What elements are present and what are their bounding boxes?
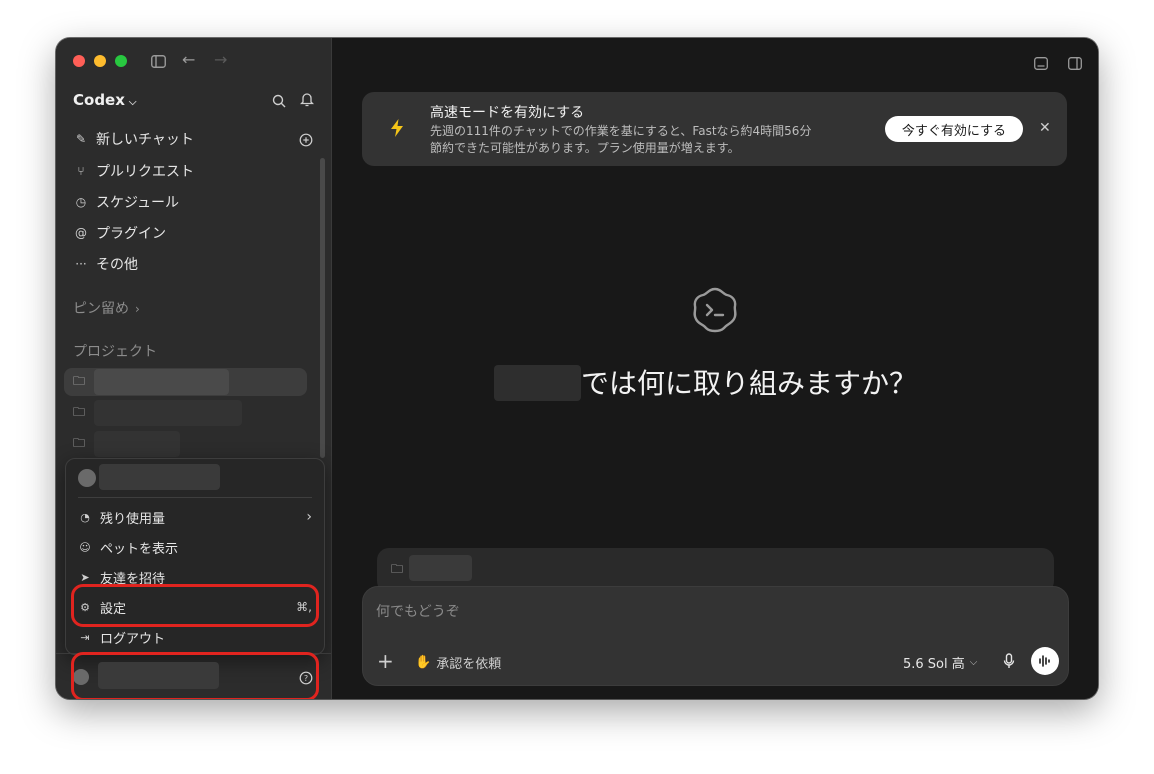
approval-label: 承認を依頼 xyxy=(436,657,502,672)
nav-label: その他 xyxy=(96,257,138,273)
banner-desc-line-2: 節約できた可能性があります。プラン使用量が増えます。 xyxy=(430,141,740,155)
back-arrow-icon[interactable]: ← xyxy=(182,52,195,68)
sidebar: ← → Codex ⌵ ✎ 新しいチャット ⑂ プルリクエスト ◷ スケジュール @ プラ… xyxy=(56,38,332,699)
menu-label: ログアウト xyxy=(100,631,166,647)
pet-icon: ☺ xyxy=(79,540,91,554)
sidebar-scrollbar[interactable] xyxy=(320,158,325,458)
projects-label: プロジェクト xyxy=(73,344,157,360)
close-icon[interactable]: ✕ xyxy=(1039,120,1051,136)
workspace-switcher[interactable]: Codex ⌵ xyxy=(73,91,137,109)
menu-item-usage[interactable]: ◔ 残り使用量 › xyxy=(78,506,312,528)
menu-label: 残り使用量 xyxy=(100,511,166,527)
project-item[interactable]: 🗀 xyxy=(64,430,307,458)
app-title: Codex xyxy=(73,91,125,109)
nav-schedule[interactable]: ◷ スケジュール xyxy=(73,191,179,213)
redacted-project-name xyxy=(94,431,181,457)
menu-divider xyxy=(78,497,312,498)
banner-description: 先週の111件のチャットでの作業を基にすると、Fastなら約4時間56分 節約で… xyxy=(430,123,811,157)
app-window: ← → Codex ⌵ ✎ 新しいチャット ⑂ プルリクエスト ◷ スケジュール @ プラ… xyxy=(56,38,1098,699)
highlight-account-box xyxy=(71,652,319,699)
forward-arrow-icon[interactable]: → xyxy=(214,52,227,68)
close-window-button[interactable] xyxy=(73,55,85,67)
voice-mode-button[interactable] xyxy=(1031,647,1059,675)
main-panel: 高速モードを有効にする 先週の111件のチャットでの作業を基にすると、Fastな… xyxy=(332,38,1098,699)
send-icon: ➤ xyxy=(80,570,90,584)
project-item[interactable]: 🗀 xyxy=(64,399,307,427)
redacted-account-name xyxy=(99,464,220,490)
folder-icon: 🗀 xyxy=(73,404,86,419)
microphone-icon[interactable] xyxy=(1003,653,1015,673)
fast-mode-banner: 高速モードを有効にする 先週の111件のチャットでの作業を基にすると、Fastな… xyxy=(362,92,1067,166)
folder-icon: 🗀 xyxy=(73,435,86,450)
folder-icon: 🗀 xyxy=(73,373,86,388)
highlight-settings-box xyxy=(71,584,319,627)
nav-pull-requests[interactable]: ⑂ プルリクエスト xyxy=(73,160,194,182)
nav-new-chat[interactable]: ✎ 新しいチャット xyxy=(73,128,194,150)
chevron-down-icon: ⌵ xyxy=(128,97,137,108)
hero-prompt: では何に取り組みますか？ xyxy=(581,367,918,400)
pull-request-icon: ⑂ xyxy=(77,164,85,178)
bolt-icon xyxy=(390,119,404,141)
search-icon[interactable] xyxy=(272,93,286,112)
nav-label: スケジュール xyxy=(96,195,180,211)
right-panel-toggle-icon[interactable] xyxy=(1068,55,1082,74)
bell-icon[interactable] xyxy=(299,92,315,111)
chevron-right-icon: › xyxy=(135,302,140,316)
enable-now-button[interactable]: 今すぐ有効にする xyxy=(885,116,1023,142)
gauge-icon: ◔ xyxy=(80,510,90,524)
nav-label: 新しいチャット xyxy=(96,132,194,148)
nav-plugins[interactable]: @ プラグイン xyxy=(73,222,166,244)
approval-mode-button[interactable]: ✋ 承認を依頼 xyxy=(415,653,501,672)
more-icon: ··· xyxy=(75,257,87,271)
menu-label: ペットを表示 xyxy=(100,541,179,557)
nav-label: プラグイン xyxy=(96,226,166,242)
chevron-down-icon: ⌵ xyxy=(969,657,978,668)
waveform-icon xyxy=(1039,655,1050,667)
clock-icon: ◷ xyxy=(75,195,87,209)
codex-logo-icon xyxy=(690,286,740,338)
redacted-project-name xyxy=(409,555,472,581)
pinned-section[interactable]: ピン留め › xyxy=(73,298,140,318)
model-selector[interactable]: 5.6 Sol 高 ⌵ xyxy=(903,653,977,672)
edit-icon: ✎ xyxy=(75,132,87,146)
banner-desc-line-1: 先週の111件のチャットでの作業を基にすると、Fastなら約4時間56分 xyxy=(430,124,812,138)
menu-item-logout[interactable]: ⇥ ログアウト xyxy=(78,626,165,648)
project-item[interactable]: 🗀 xyxy=(64,368,307,396)
menu-item-show-pet[interactable]: ☺ ペットを表示 xyxy=(78,536,178,558)
nav-more[interactable]: ··· その他 xyxy=(73,253,138,275)
redacted-project-title xyxy=(494,365,581,401)
hand-icon: ✋ xyxy=(415,655,432,670)
model-label: 5.6 Sol 高 xyxy=(903,657,965,672)
add-attachment-icon[interactable]: + xyxy=(377,651,394,671)
banner-title: 高速モードを有効にする xyxy=(430,105,585,121)
maximize-window-button[interactable] xyxy=(115,55,127,67)
nav-label: プルリクエスト xyxy=(96,164,194,180)
folder-icon: 🗀 xyxy=(391,562,404,576)
sidebar-toggle-icon[interactable] xyxy=(151,55,166,71)
pinned-label: ピン留め xyxy=(73,301,129,317)
chevron-right-icon: › xyxy=(306,509,312,525)
plugin-icon: @ xyxy=(75,226,87,240)
message-input[interactable]: 何でもどうぞ xyxy=(376,601,460,621)
terminal-panel-icon[interactable] xyxy=(1034,55,1048,74)
logout-icon: ⇥ xyxy=(80,630,90,644)
avatar xyxy=(78,469,96,487)
minimize-window-button[interactable] xyxy=(94,55,106,67)
redacted-project-name xyxy=(94,400,243,426)
redacted-project-name xyxy=(94,369,230,395)
composer: 何でもどうぞ + ✋ 承認を依頼 5.6 Sol 高 ⌵ xyxy=(362,586,1069,686)
new-chat-plus-icon[interactable] xyxy=(299,132,313,151)
